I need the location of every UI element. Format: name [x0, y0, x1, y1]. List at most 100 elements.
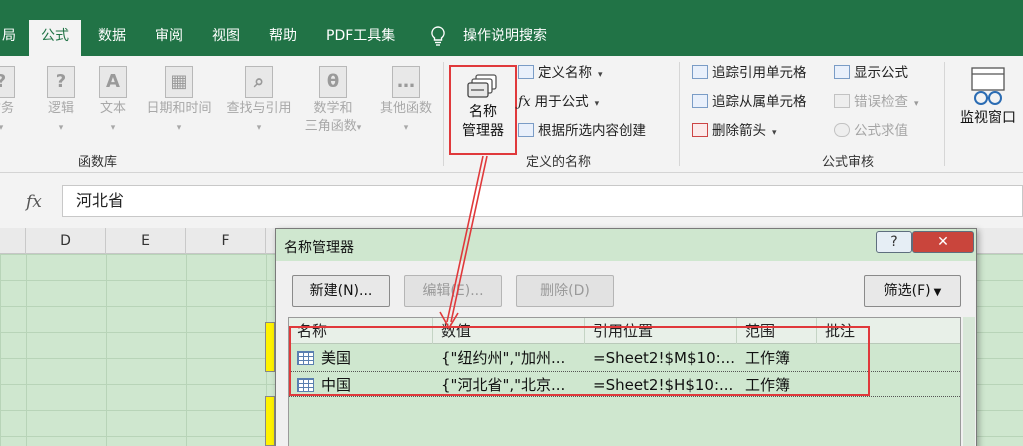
calendar-icon: ▦ — [165, 66, 193, 98]
tab-data[interactable]: 数据 — [86, 20, 138, 56]
create-from-selection-icon — [518, 123, 534, 137]
grid-line — [106, 254, 107, 446]
create-from-selection-label: 根据所选内容创建 — [538, 123, 646, 139]
lookup-label: 查找与引用 — [226, 101, 292, 116]
watch-window-label: 监视窗口 — [960, 110, 1016, 126]
error-checking-label: 错误检查 — [854, 94, 908, 110]
dialog-title: 名称管理器 — [284, 240, 354, 256]
show-formulas-icon — [834, 65, 850, 79]
group-separator — [944, 62, 945, 166]
trace-dependents-label: 追踪从属单元格 — [712, 94, 807, 110]
text-label: 文本 — [99, 101, 126, 116]
ellipsis-icon: … — [392, 66, 420, 98]
tab-review[interactable]: 审阅 — [143, 20, 195, 56]
tab-help[interactable]: 帮助 — [257, 20, 309, 56]
name-manager-label-1: 名称 — [469, 104, 497, 120]
text-button[interactable]: A 文本 ▾ — [90, 66, 136, 137]
delete-name-button[interactable]: 删除(D) — [516, 275, 614, 307]
highlighted-cell[interactable] — [265, 322, 275, 372]
error-checking-icon — [834, 94, 850, 108]
lookup-button[interactable]: ⌕ 查找与引用 ▾ — [220, 66, 298, 137]
trace-precedents-icon — [692, 65, 708, 79]
logic-button[interactable]: ? 逻辑 ▾ — [38, 66, 84, 137]
name-manager-button[interactable]: 名称 管理器 — [449, 65, 517, 155]
evaluate-formula-button[interactable]: 公式求值 — [834, 120, 908, 142]
evaluate-formula-label: 公式求值 — [854, 123, 908, 139]
math-label: 数学和 — [313, 101, 353, 116]
use-in-formula-button[interactable]: ƒx 用于公式 ▾ — [518, 91, 599, 113]
group-separator — [679, 62, 680, 166]
text-icon: A — [99, 66, 127, 98]
name-manager-label-2: 管理器 — [462, 123, 504, 139]
group-label-function-library: 函数库 — [78, 155, 118, 170]
trace-precedents-label: 追踪引用单元格 — [712, 65, 807, 81]
more-functions-button[interactable]: … 其他函数 ▾ — [372, 66, 440, 137]
tab-view[interactable]: 视图 — [200, 20, 252, 56]
highlight-box-names — [289, 326, 870, 396]
math-button[interactable]: θ 数学和 三角函数▾ — [298, 66, 368, 137]
datetime-button[interactable]: ▦ 日期和时间 ▾ — [140, 66, 218, 137]
chevron-down-icon: ▾ — [914, 99, 919, 109]
finance-icon: ? — [0, 66, 15, 98]
tab-layout[interactable]: 局 — [0, 20, 28, 56]
logic-label: 逻辑 — [47, 101, 74, 116]
magnifier-icon: ⌕ — [245, 66, 273, 98]
close-button[interactable]: ✕ — [912, 231, 974, 253]
evaluate-formula-icon — [834, 123, 850, 137]
remove-arrows-button[interactable]: 删除箭头 ▾ — [692, 120, 777, 142]
remove-arrows-icon — [692, 123, 708, 137]
highlighted-cell[interactable] — [265, 396, 275, 446]
trace-dependents-icon — [692, 94, 708, 108]
filter-button[interactable]: 筛选(F) ▼ — [864, 275, 961, 307]
define-name-button[interactable]: 定义名称 ▾ — [518, 62, 603, 84]
define-name-icon — [518, 65, 534, 79]
name-manager-icon — [467, 74, 497, 98]
filter-label: 筛选(F) — [883, 283, 931, 299]
new-name-button[interactable]: 新建(N)... — [292, 275, 390, 307]
help-button[interactable]: ? — [876, 231, 912, 253]
watch-window-button[interactable]: 监视窗口 — [953, 66, 1023, 128]
more-functions-label: 其他函数 — [379, 101, 432, 116]
ribbon-formulas: ? 财务▾ ? 逻辑▾ A 文本▾ ▦ 日期和时间▾ ⌕ 查找与引用▾ θ 数学… — [0, 56, 1023, 173]
grid-line — [26, 254, 27, 446]
error-checking-button[interactable]: 错误检查 ▾ — [834, 91, 919, 113]
fx-icon: ƒx — [518, 94, 531, 110]
lightbulb-icon — [431, 26, 445, 46]
ribbon-tab-bar: 局 公式 数据 审阅 视图 帮助 PDF工具集 操作说明搜索 — [0, 0, 1023, 56]
chevron-down-icon: ▾ — [598, 70, 603, 80]
formula-input[interactable]: 河北省 — [62, 185, 1023, 217]
show-formulas-label: 显示公式 — [854, 65, 908, 81]
finance-label: 财务 — [0, 101, 14, 116]
finance-button[interactable]: ? 财务▾ — [0, 66, 24, 137]
math-label-2: 三角函数 — [304, 119, 357, 134]
edit-name-button[interactable]: 编辑(E)... — [404, 275, 502, 307]
chevron-down-icon: ▾ — [772, 128, 777, 138]
datetime-label: 日期和时间 — [146, 101, 212, 116]
trace-precedents-button[interactable]: 追踪引用单元格 — [692, 62, 807, 84]
insert-function-icon[interactable]: fx — [26, 192, 42, 212]
define-name-label: 定义名称 — [538, 65, 592, 81]
use-in-formula-label: 用于公式 — [534, 94, 589, 110]
show-formulas-button[interactable]: 显示公式 — [834, 62, 908, 84]
grid-line — [186, 254, 187, 446]
dialog-scrollbar[interactable] — [963, 317, 975, 446]
dialog-title-bar[interactable]: 名称管理器 ? ✕ — [276, 229, 976, 261]
excel-window: 局 公式 数据 审阅 视图 帮助 PDF工具集 操作说明搜索 ? 财务▾ ? 逻… — [0, 0, 1023, 446]
column-header-d[interactable]: D — [26, 228, 106, 254]
column-header-blank — [0, 228, 26, 254]
column-header-e[interactable]: E — [106, 228, 186, 254]
tell-me-search[interactable]: 操作说明搜索 — [451, 20, 559, 56]
column-header-f[interactable]: F — [186, 228, 266, 254]
remove-arrows-label: 删除箭头 — [712, 123, 766, 139]
tab-formulas[interactable]: 公式 — [29, 20, 81, 56]
watch-window-icon — [971, 67, 1005, 105]
logic-icon: ? — [47, 66, 75, 98]
group-separator — [443, 62, 444, 166]
formula-bar: fx 河北省 — [0, 173, 1023, 228]
trace-dependents-button[interactable]: 追踪从属单元格 — [692, 91, 807, 113]
group-label-formula-auditing: 公式审核 — [822, 155, 875, 170]
create-from-selection-button[interactable]: 根据所选内容创建 — [518, 120, 646, 142]
chevron-down-icon: ▾ — [594, 99, 600, 109]
chevron-down-icon: ▼ — [933, 287, 942, 298]
tab-pdf-tools[interactable]: PDF工具集 — [314, 20, 407, 56]
